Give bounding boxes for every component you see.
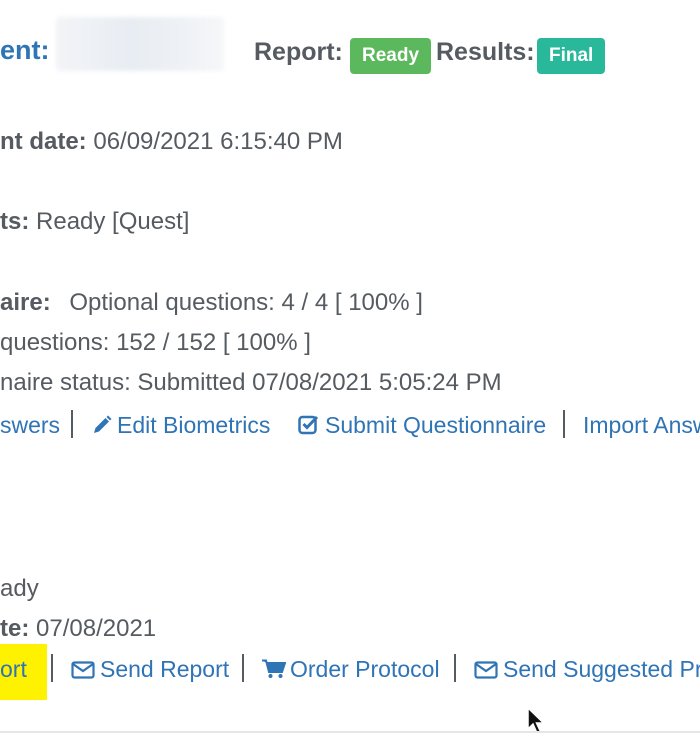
results-status-row: ts: Ready [Quest] — [0, 208, 189, 236]
import-answers-link[interactable]: Import Answ — [583, 412, 700, 439]
bottom-border — [0, 731, 700, 733]
divider — [454, 654, 456, 682]
results-status-value: Ready [Quest] — [36, 208, 190, 235]
appointment-date-value: 06/09/2021 6:15:40 PM — [93, 128, 343, 155]
view-report-link[interactable]: ort — [0, 656, 27, 683]
cart-icon — [262, 659, 286, 679]
pencil-icon — [92, 415, 112, 435]
questionnaire-status: naire status: Submitted 07/08/2021 5:05:… — [0, 369, 502, 396]
required-questions: questions: 152 / 152 [ 100% ] — [0, 329, 311, 356]
send-report-link[interactable]: Send Report — [71, 656, 229, 683]
divider — [71, 410, 73, 438]
results-label: Results: — [436, 38, 535, 66]
patient-label: ent: — [0, 35, 50, 65]
report-date-value: 07/08/2021 — [36, 615, 157, 642]
report-label: Report: — [254, 38, 343, 66]
edit-biometrics-label: Edit Biometrics — [117, 412, 271, 438]
patient-name-redacted — [56, 17, 224, 71]
report-status-badge: Ready — [350, 38, 432, 74]
submit-questionnaire-label: Submit Questionnaire — [325, 412, 547, 438]
results-status-badge: Final — [537, 38, 606, 74]
optional-questions: Optional questions: 4 / 4 [ 100% ] — [69, 289, 423, 316]
appointment-date-label: nt date: — [0, 128, 87, 155]
divider — [563, 410, 565, 438]
report-date-row: te: 07/08/2021 — [0, 615, 156, 643]
check-square-icon — [298, 414, 319, 435]
send-suggested-protocol-label: Send Suggested Pro — [503, 656, 700, 682]
send-suggested-protocol-link[interactable]: Send Suggested Pro — [474, 656, 700, 683]
divider — [51, 654, 53, 682]
send-report-label: Send Report — [100, 656, 230, 682]
questionnaire-row: aire: Optional questions: 4 / 4 [ 100% ] — [0, 289, 423, 317]
submit-questionnaire-link[interactable]: Submit Questionnaire — [298, 412, 546, 439]
order-protocol-label: Order Protocol — [290, 656, 440, 682]
questionnaire-label: aire: — [0, 289, 51, 316]
report-status: ady — [0, 575, 39, 602]
envelope-icon — [474, 661, 498, 679]
envelope-icon — [71, 661, 95, 679]
appointment-date-row: nt date: 06/09/2021 6:15:40 PM — [0, 128, 343, 156]
results-status-label: ts: — [0, 208, 30, 235]
edit-biometrics-link[interactable]: Edit Biometrics — [92, 412, 270, 439]
answers-link[interactable]: swers — [0, 412, 60, 439]
order-protocol-link[interactable]: Order Protocol — [262, 656, 440, 683]
divider — [242, 654, 244, 682]
report-date-label: te: — [0, 615, 30, 642]
mouse-pointer-icon — [527, 706, 547, 734]
